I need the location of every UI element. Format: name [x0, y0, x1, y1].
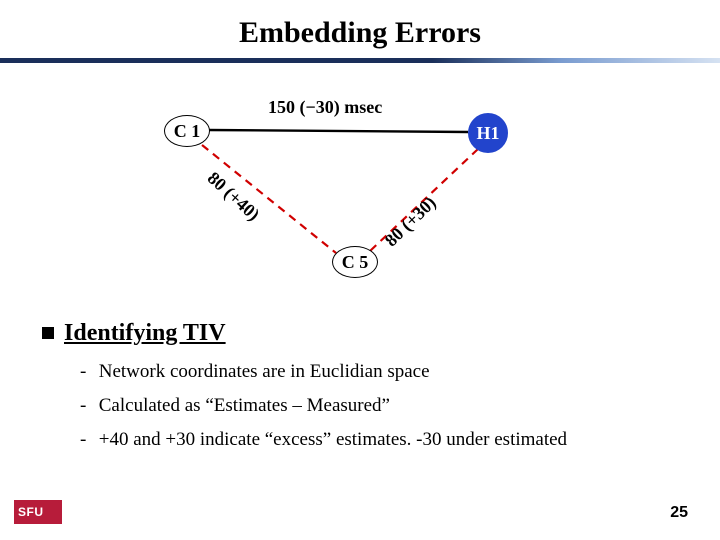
node-c1: C 1 — [164, 115, 210, 147]
content-block: Identifying TIV - Network coordinates ar… — [42, 320, 682, 463]
sub-list: - Network coordinates are in Euclidian s… — [80, 361, 682, 451]
list-item-text: +40 and +30 indicate “excess” estimates.… — [99, 429, 567, 450]
node-c5: C 5 — [332, 246, 378, 278]
square-bullet-icon — [42, 327, 54, 339]
list-item: - Calculated as “Estimates – Measured” — [80, 395, 682, 417]
title-underline — [0, 58, 720, 63]
footer-logo: SFU — [14, 500, 62, 524]
list-item: - +40 and +30 indicate “excess” estimate… — [80, 429, 682, 451]
list-item-text: Calculated as “Estimates – Measured” — [99, 395, 390, 416]
page-number: 25 — [670, 504, 688, 522]
section-heading-text: Identifying TIV — [64, 320, 226, 346]
slide-title: Embedding Errors — [0, 0, 720, 58]
node-h1: H1 — [468, 113, 508, 153]
list-item: - Network coordinates are in Euclidian s… — [80, 361, 682, 383]
diagram: C 1 H1 C 5 150 (−30) msec 80 (+40) 80 (+… — [160, 83, 560, 283]
list-item-text: Network coordinates are in Euclidian spa… — [99, 361, 430, 382]
edge-label-c1-h1: 150 (−30) msec — [268, 97, 382, 118]
section-heading: Identifying TIV — [42, 320, 682, 347]
